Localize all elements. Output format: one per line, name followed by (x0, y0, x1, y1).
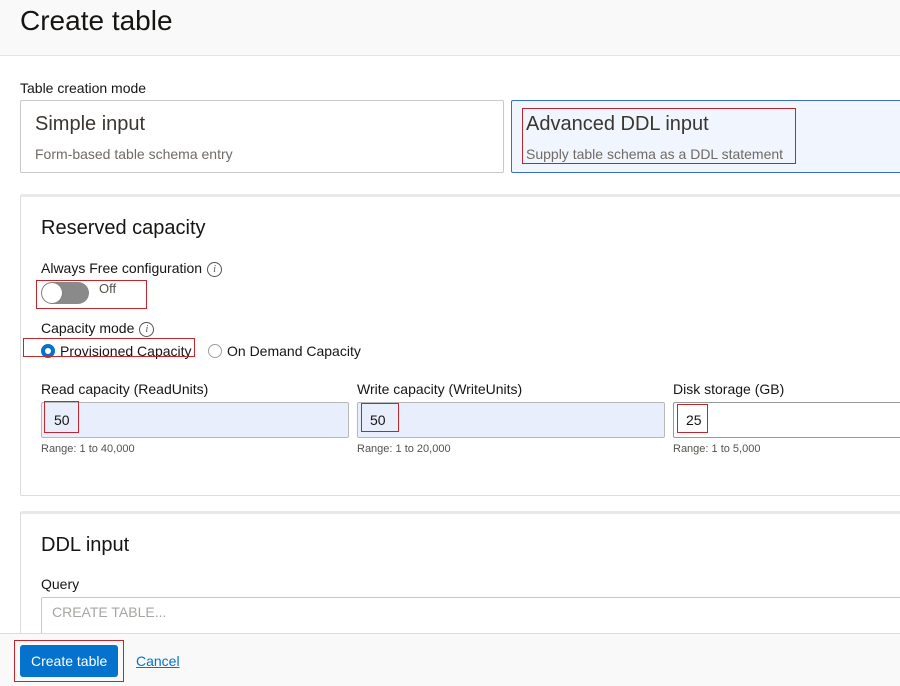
always-free-label-text: Always Free configuration (41, 260, 203, 276)
reserved-capacity-title: Reserved capacity (41, 217, 206, 239)
simple-input-option-card[interactable]: Simple input Form-based table schema ent… (20, 100, 504, 173)
always-free-toggle[interactable] (41, 282, 89, 304)
always-free-label: Always Free configuration i (41, 260, 223, 277)
ddl-input-title: DDL input (41, 534, 130, 556)
read-capacity-input[interactable]: 50 (41, 402, 349, 438)
info-icon[interactable]: i (207, 261, 223, 277)
query-label: Query (41, 576, 80, 592)
always-free-toggle-state: Off (99, 281, 117, 296)
capacity-mode-label: Capacity mode i (41, 320, 155, 337)
advanced-ddl-title: Advanced DDL input (526, 113, 709, 135)
disk-storage-range: Range: 1 to 5,000 (673, 443, 761, 455)
radio-on-demand-label: On Demand Capacity (227, 343, 361, 359)
write-capacity-range: Range: 1 to 20,000 (357, 443, 451, 455)
radio-on-demand-capacity[interactable]: On Demand Capacity (208, 343, 361, 359)
page-header: Create table (0, 0, 900, 56)
disk-storage-input[interactable]: 25 (673, 402, 900, 438)
radio-provisioned-label: Provisioned Capacity (60, 343, 192, 359)
radio-provisioned-capacity[interactable]: Provisioned Capacity (41, 343, 192, 359)
write-capacity-input[interactable]: 50 (357, 402, 665, 438)
read-capacity-label: Read capacity (ReadUnits) (41, 381, 209, 397)
create-table-button[interactable]: Create table (20, 645, 119, 677)
write-capacity-label: Write capacity (WriteUnits) (357, 381, 523, 397)
info-icon[interactable]: i (139, 321, 155, 337)
cancel-link[interactable]: Cancel (136, 653, 180, 669)
advanced-ddl-option-card[interactable]: Advanced DDL input Supply table schema a… (511, 100, 900, 173)
toggle-knob (42, 283, 62, 303)
reserved-capacity-panel: Reserved capacity Always Free configurat… (20, 194, 900, 496)
page-title: Create table (20, 5, 173, 36)
simple-input-title: Simple input (35, 113, 146, 135)
advanced-ddl-description: Supply table schema as a DDL statement (526, 146, 784, 162)
table-creation-mode-label: Table creation mode (20, 80, 147, 96)
form-footer: Create table Cancel (0, 633, 900, 686)
query-textarea[interactable]: CREATE TABLE... (41, 597, 900, 637)
simple-input-description: Form-based table schema entry (35, 146, 233, 162)
radio-checked-icon (41, 344, 55, 358)
capacity-mode-label-text: Capacity mode (41, 320, 135, 336)
radio-unchecked-icon (208, 344, 222, 358)
read-capacity-range: Range: 1 to 40,000 (41, 443, 135, 455)
disk-storage-label: Disk storage (GB) (673, 381, 785, 397)
